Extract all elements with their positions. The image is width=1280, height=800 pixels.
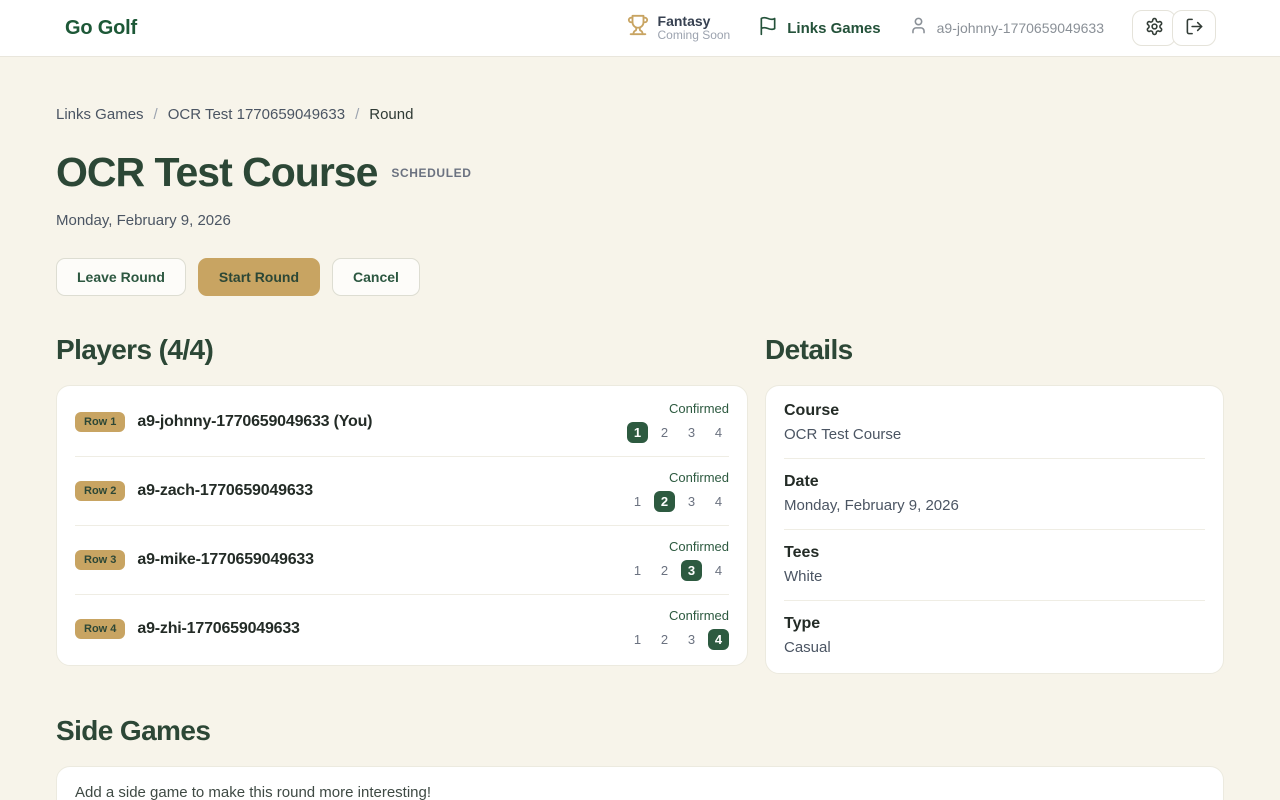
- position-option[interactable]: 4: [708, 491, 729, 512]
- fantasy-coming-soon: Coming Soon: [658, 29, 731, 43]
- side-games-card: Add a side game to make this round more …: [56, 766, 1224, 800]
- flag-icon: [758, 16, 778, 41]
- detail-label: Tees: [784, 544, 1205, 562]
- breadcrumb-game[interactable]: OCR Test 1770659049633: [168, 106, 345, 123]
- player-name: a9-zach-1770659049633: [137, 482, 313, 500]
- detail-label: Date: [784, 473, 1205, 491]
- detail-item-course: Course OCR Test Course: [784, 388, 1205, 458]
- detail-value: White: [784, 568, 1205, 585]
- position-option[interactable]: 4: [708, 629, 729, 650]
- detail-value: OCR Test Course: [784, 426, 1205, 443]
- details-section: Details Course OCR Test Course Date Mond…: [765, 334, 1224, 674]
- player-status: Confirmed: [669, 539, 729, 554]
- player-status: Confirmed: [669, 470, 729, 485]
- position-strip: 1234: [627, 560, 729, 581]
- detail-label: Course: [784, 402, 1205, 420]
- breadcrumb-links-games[interactable]: Links Games: [56, 106, 144, 123]
- position-option[interactable]: 2: [654, 629, 675, 650]
- side-games-heading: Side Games: [56, 715, 1224, 747]
- players-heading: Players (4/4): [56, 334, 748, 366]
- position-option[interactable]: 3: [681, 491, 702, 512]
- links-games-label: Links Games: [787, 20, 880, 37]
- player-row: Row 4 a9-zhi-1770659049633 Confirmed 123…: [75, 594, 729, 663]
- nav-fantasy: Fantasy Coming Soon: [627, 13, 731, 43]
- logout-button[interactable]: [1172, 10, 1216, 46]
- details-card: Course OCR Test Course Date Monday, Febr…: [765, 385, 1224, 674]
- app-logo[interactable]: Go Golf: [65, 17, 137, 40]
- row-badge: Row 2: [75, 481, 125, 501]
- detail-value: Casual: [784, 639, 1205, 656]
- logout-icon: [1185, 17, 1204, 39]
- side-games-section: Side Games Add a side game to make this …: [56, 715, 1224, 800]
- cancel-button[interactable]: Cancel: [332, 258, 420, 296]
- page-title: OCR Test Course: [56, 149, 377, 196]
- username-text: a9-johnny-1770659049633: [937, 20, 1104, 36]
- nav-links-games[interactable]: Links Games: [758, 16, 880, 41]
- detail-item-tees: Tees White: [784, 529, 1205, 600]
- position-option[interactable]: 1: [627, 629, 648, 650]
- position-option[interactable]: 3: [681, 560, 702, 581]
- row-badge: Row 4: [75, 619, 125, 639]
- player-status: Confirmed: [669, 608, 729, 623]
- start-round-button[interactable]: Start Round: [198, 258, 320, 296]
- settings-button[interactable]: [1132, 10, 1176, 46]
- position-option[interactable]: 1: [627, 491, 648, 512]
- position-option[interactable]: 1: [627, 560, 648, 581]
- player-status: Confirmed: [669, 401, 729, 416]
- player-row: Row 1 a9-johnny-1770659049633 (You) Conf…: [75, 388, 729, 456]
- players-section: Players (4/4) Row 1 a9-johnny-1770659049…: [56, 334, 748, 666]
- players-card: Row 1 a9-johnny-1770659049633 (You) Conf…: [56, 385, 748, 666]
- round-date: Monday, February 9, 2026: [56, 212, 1224, 229]
- detail-value: Monday, February 9, 2026: [784, 497, 1205, 514]
- player-name: a9-mike-1770659049633: [137, 551, 313, 569]
- position-option[interactable]: 3: [681, 422, 702, 443]
- details-heading: Details: [765, 334, 1224, 366]
- leave-round-button[interactable]: Leave Round: [56, 258, 186, 296]
- app-header: Go Golf Fantasy Coming Soon: [0, 0, 1280, 57]
- main-content: Links Games / OCR Test 1770659049633 / R…: [0, 106, 1280, 800]
- side-games-message: Add a side game to make this round more …: [74, 784, 1206, 800]
- trophy-icon: [627, 14, 649, 41]
- player-name: a9-johnny-1770659049633 (You): [137, 413, 372, 431]
- player-row: Row 2 a9-zach-1770659049633 Confirmed 12…: [75, 456, 729, 525]
- position-option[interactable]: 3: [681, 629, 702, 650]
- position-option[interactable]: 4: [708, 560, 729, 581]
- row-badge: Row 1: [75, 412, 125, 432]
- detail-item-date: Date Monday, February 9, 2026: [784, 458, 1205, 529]
- fantasy-label: Fantasy: [658, 13, 731, 29]
- player-name: a9-zhi-1770659049633: [137, 620, 299, 638]
- position-option[interactable]: 2: [654, 560, 675, 581]
- player-row: Row 3 a9-mike-1770659049633 Confirmed 12…: [75, 525, 729, 594]
- position-option[interactable]: 1: [627, 422, 648, 443]
- user-account: a9-johnny-1770659049633: [909, 16, 1104, 40]
- breadcrumb-separator: /: [154, 106, 158, 123]
- breadcrumb: Links Games / OCR Test 1770659049633 / R…: [56, 106, 1224, 123]
- row-badge: Row 3: [75, 550, 125, 570]
- position-strip: 1234: [627, 422, 729, 443]
- round-status-badge: SCHEDULED: [391, 166, 471, 180]
- detail-label: Type: [784, 615, 1205, 633]
- position-strip: 1234: [627, 491, 729, 512]
- detail-item-type: Type Casual: [784, 600, 1205, 671]
- gear-icon: [1145, 17, 1164, 39]
- position-option[interactable]: 4: [708, 422, 729, 443]
- breadcrumb-current: Round: [369, 106, 413, 123]
- user-icon: [909, 16, 928, 40]
- position-option[interactable]: 2: [654, 422, 675, 443]
- position-option[interactable]: 2: [654, 491, 675, 512]
- position-strip: 1234: [627, 629, 729, 650]
- breadcrumb-separator: /: [355, 106, 359, 123]
